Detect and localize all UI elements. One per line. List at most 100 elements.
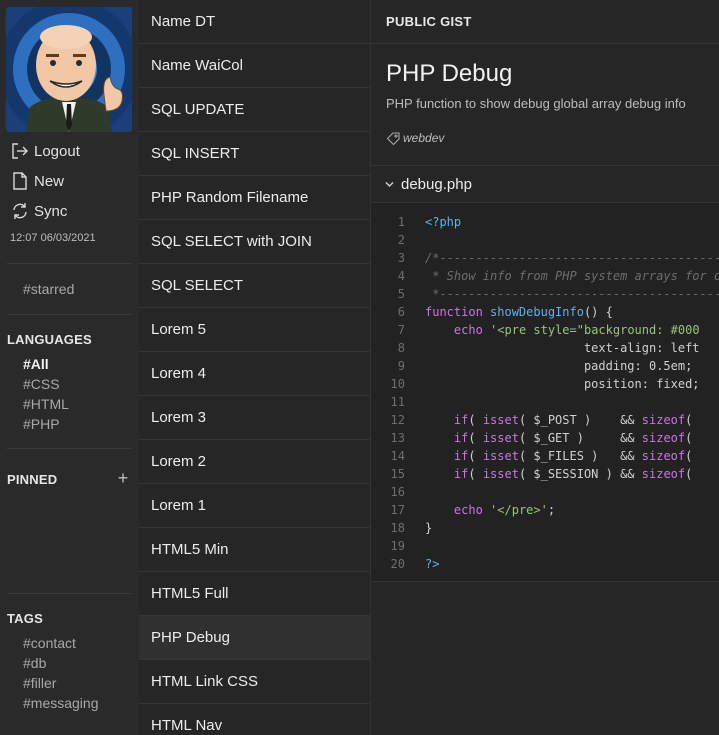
- line-source: *---------------------------------------…: [432, 287, 719, 301]
- line-number: 20: [390, 557, 405, 571]
- line-source: if( isset( $_FILES ) && sizeof(: [453, 449, 693, 463]
- line-source: }: [425, 521, 433, 535]
- code-line: 1 <?php: [371, 213, 719, 231]
- tag-contact[interactable]: #contact: [23, 633, 76, 653]
- line-number: 1: [397, 215, 405, 229]
- line-number: 3: [397, 251, 405, 265]
- new-gist-button[interactable]: New: [10, 170, 64, 192]
- divider: [7, 314, 131, 315]
- line-number: 12: [390, 413, 405, 427]
- list-item-selected[interactable]: PHP Debug: [139, 616, 370, 660]
- divider: [7, 593, 131, 594]
- code-line: 7 echo '<pre style="background: #000: [371, 321, 719, 339]
- language-html[interactable]: #HTML: [23, 394, 69, 414]
- code-line: 14 if( isset( $_FILES ) && sizeof(: [371, 447, 719, 465]
- tag-messaging[interactable]: #messaging: [23, 693, 99, 713]
- code-line: 17 echo '</pre>';: [371, 501, 719, 519]
- gist-tag[interactable]: webdev: [387, 131, 444, 145]
- code-line: 12 if( isset( $_POST ) && sizeof(: [371, 411, 719, 429]
- list-item[interactable]: HTML5 Min: [139, 528, 370, 572]
- sync-button[interactable]: Sync: [10, 200, 67, 222]
- line-number: 10: [390, 377, 405, 391]
- code-line: 10 position: fixed;: [371, 375, 719, 393]
- code-line: 18}: [371, 519, 719, 537]
- list-item[interactable]: Lorem 2: [139, 440, 370, 484]
- file-header[interactable]: debug.php: [371, 165, 719, 202]
- list-item[interactable]: Name WaiCol: [139, 44, 370, 88]
- line-number: 5: [397, 287, 405, 301]
- new-label: New: [34, 172, 65, 190]
- tag-filler[interactable]: #filler: [23, 673, 56, 693]
- code-line: 16: [371, 483, 719, 501]
- line-number: 19: [390, 539, 405, 553]
- list-item[interactable]: SQL UPDATE: [139, 88, 370, 132]
- line-number: 2: [397, 233, 405, 247]
- line-source: [405, 483, 425, 501]
- code-line: 20 ?>: [371, 555, 719, 573]
- line-source: padding: 0.5em;: [425, 359, 693, 373]
- code-line: 9 padding: 0.5em;: [371, 357, 719, 375]
- logout-button[interactable]: Logout: [10, 140, 80, 162]
- line-source: <?php: [425, 215, 462, 229]
- sync-label: Sync: [34, 202, 68, 220]
- line-source: function showDebugInfo() {: [425, 305, 613, 319]
- code-line: 4 * Show info from PHP system arrays for…: [371, 267, 719, 285]
- language-php[interactable]: #PHP: [23, 414, 60, 434]
- logout-label: Logout: [34, 142, 80, 160]
- code-line: 11: [371, 393, 719, 411]
- list-item[interactable]: SQL INSERT: [139, 132, 370, 176]
- sync-icon: [10, 201, 30, 221]
- line-number: 9: [397, 359, 405, 373]
- list-item[interactable]: SQL SELECT: [139, 264, 370, 308]
- logout-icon: [10, 141, 30, 161]
- list-item[interactable]: Lorem 3: [139, 396, 370, 440]
- line-source: [405, 393, 425, 411]
- line-number: 4: [397, 269, 405, 283]
- page-title: PHP Debug: [386, 60, 513, 87]
- line-number: 18: [390, 521, 405, 535]
- language-all[interactable]: #All: [23, 354, 49, 374]
- list-item[interactable]: Lorem 1: [139, 484, 370, 528]
- line-source: if( isset( $_SESSION ) && sizeof(: [453, 467, 693, 481]
- list-item[interactable]: PHP Random Filename: [139, 176, 370, 220]
- line-source: /*--------------------------------------…: [425, 251, 719, 265]
- line-number: 13: [390, 431, 405, 445]
- line-source: echo '</pre>';: [453, 503, 556, 517]
- chevron-down-icon: [384, 179, 395, 190]
- list-item[interactable]: HTML Link CSS: [139, 660, 370, 704]
- line-source: text-align: left: [425, 341, 700, 355]
- list-item[interactable]: Lorem 4: [139, 352, 370, 396]
- language-css[interactable]: #CSS: [23, 374, 60, 394]
- line-source: [405, 231, 425, 249]
- line-number: 16: [390, 485, 405, 499]
- code-line: 3 /*-------------------------------------…: [371, 249, 719, 267]
- line-source: * Show info from PHP system arrays for d…: [425, 269, 719, 283]
- code-line: 8 text-align: left: [371, 339, 719, 357]
- sidebar: Logout New Sync 12:07 06/03/2021 #starre…: [0, 0, 139, 735]
- list-item[interactable]: HTML Nav: [139, 704, 370, 735]
- gist-detail: PUBLIC GIST PHP Debug PHP function to sh…: [371, 0, 719, 735]
- code-block[interactable]: 1 <?php 2 3 /*------------------------------…: [371, 202, 719, 582]
- tag-db[interactable]: #db: [23, 653, 46, 673]
- tag-icon: [387, 131, 400, 145]
- line-source: echo '<pre style="background: #000: [453, 323, 700, 337]
- code-line: 15 if( isset( $_SESSION ) && sizeof(: [371, 465, 719, 483]
- avatar[interactable]: [6, 7, 132, 132]
- code-line: 6 function showDebugInfo() {: [371, 303, 719, 321]
- list-item[interactable]: SQL SELECT with JOIN: [139, 220, 370, 264]
- add-pinned-button[interactable]: +: [116, 469, 130, 487]
- code-line: 5 *-------------------------------------…: [371, 285, 719, 303]
- tags-title: TAGS: [7, 611, 43, 626]
- divider: [7, 448, 131, 449]
- visibility-label: PUBLIC GIST: [371, 0, 719, 44]
- pinned-title: PINNED: [7, 472, 58, 487]
- starred-filter[interactable]: #starred: [23, 279, 74, 299]
- line-number: 14: [390, 449, 405, 463]
- line-source: [405, 537, 425, 555]
- list-item[interactable]: Name DT: [139, 0, 370, 44]
- list-item[interactable]: HTML5 Full: [139, 572, 370, 616]
- list-item[interactable]: Lorem 5: [139, 308, 370, 352]
- line-number: 6: [397, 305, 405, 319]
- line-source: if( isset( $_POST ) && sizeof(: [453, 413, 693, 427]
- gist-description: PHP function to show debug global array …: [386, 96, 686, 111]
